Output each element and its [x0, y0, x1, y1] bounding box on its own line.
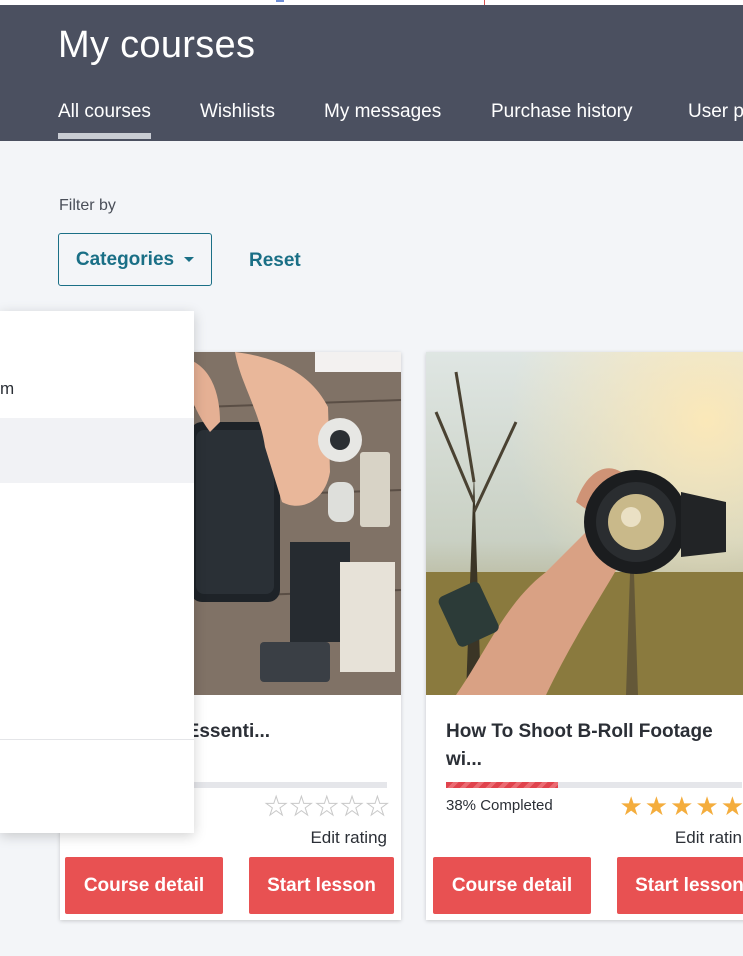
categories-dropdown-menu: m: [0, 311, 194, 833]
progress-bar: [446, 782, 742, 788]
course-card: How To Shoot B-Roll Footage wi... 38% Co…: [426, 352, 743, 920]
dropdown-item-label[interactable]: m: [0, 379, 14, 399]
top-strip: [0, 0, 743, 5]
categories-label: Categories: [75, 248, 175, 270]
star-icon[interactable]: ★: [670, 793, 693, 819]
rating-stars[interactable]: ★ ★ ★ ★ ★: [619, 793, 743, 819]
course-title[interactable]: How To Shoot B-Roll Footage wi...: [446, 718, 742, 774]
tab-user-profile[interactable]: User p: [688, 101, 743, 135]
edit-rating-link[interactable]: Edit rating: [310, 828, 387, 848]
header: My courses All courses Wishlists My mess…: [0, 0, 743, 141]
decorative-mark: [484, 0, 485, 5]
reset-link[interactable]: Reset: [249, 250, 301, 272]
progress-text: 38% Completed: [446, 797, 553, 814]
star-icon[interactable]: ★: [340, 793, 364, 820]
star-icon[interactable]: ★: [264, 793, 288, 820]
star-icon[interactable]: ★: [619, 793, 642, 819]
star-icon[interactable]: ★: [289, 793, 313, 820]
tab-wishlists[interactable]: Wishlists: [200, 101, 275, 135]
dropdown-divider: [0, 739, 194, 740]
caret-down-icon: [184, 257, 195, 262]
edit-rating-link[interactable]: Edit ratin: [675, 828, 742, 848]
course-thumbnail-image: [426, 352, 743, 695]
star-icon[interactable]: ★: [315, 793, 339, 820]
course-detail-button[interactable]: Course detail: [65, 857, 223, 914]
start-lesson-button[interactable]: Start lesson: [617, 857, 743, 914]
course-detail-button[interactable]: Course detail: [433, 857, 591, 914]
filter-label: Filter by: [59, 197, 116, 214]
start-lesson-button[interactable]: Start lesson: [249, 857, 394, 914]
progress-fill: [446, 782, 559, 788]
course-thumbnail[interactable]: [426, 352, 743, 695]
dropdown-item-highlighted[interactable]: [0, 418, 194, 483]
star-icon[interactable]: ★: [365, 793, 389, 820]
tab-purchase-history[interactable]: Purchase history: [491, 101, 633, 135]
star-icon[interactable]: ★: [645, 793, 668, 819]
rating-stars[interactable]: ★ ★ ★ ★ ★: [264, 793, 390, 820]
categories-dropdown-button[interactable]: Categories: [58, 233, 212, 286]
star-icon[interactable]: ★: [721, 793, 743, 819]
decorative-mark: [276, 0, 284, 2]
star-icon[interactable]: ★: [695, 793, 718, 819]
tab-my-messages[interactable]: My messages: [324, 101, 441, 135]
page-title: My courses: [58, 24, 256, 66]
tab-all-courses[interactable]: All courses: [58, 101, 151, 139]
